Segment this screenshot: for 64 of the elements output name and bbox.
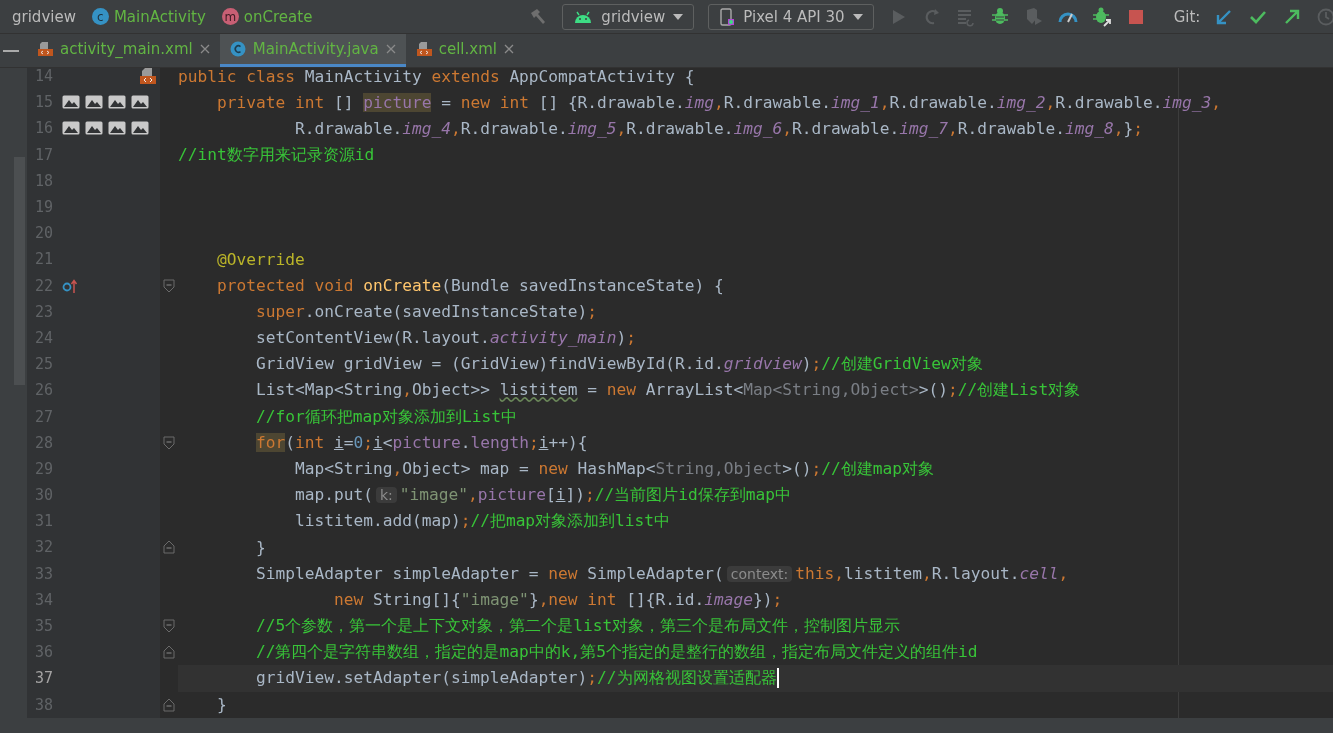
image-icon[interactable] — [131, 95, 149, 110]
override-icon[interactable] — [62, 277, 78, 294]
code-line: } — [254, 537, 266, 557]
code-line: private int [] picture = new int [] {R.drawable.img,R.drawable.img_1,R.drawable.img_2,R.drawable.img_3, — [215, 92, 1221, 112]
image-icon[interactable] — [85, 121, 103, 136]
class-icon — [229, 41, 246, 57]
xml-file-icon — [415, 41, 432, 57]
close-icon[interactable] — [385, 44, 396, 54]
image-icon[interactable] — [62, 95, 80, 110]
line-number: 37 — [34, 668, 55, 690]
code-line: //5个参数，第一个是上下文对象，第二个是list对象，第三个是布局文件，控制图片显示 — [254, 615, 901, 638]
fold-icon[interactable] — [163, 697, 175, 712]
code-line: @Override — [215, 249, 305, 269]
image-icon[interactable] — [131, 121, 149, 136]
code-line: //for循环把map对象添加到List中 — [254, 405, 517, 428]
image-icon[interactable] — [108, 121, 126, 136]
close-icon[interactable] — [503, 44, 514, 54]
breadcrumb-item[interactable]: onCreate — [243, 7, 313, 26]
breadcrumb-item[interactable]: gridview — [12, 7, 76, 26]
code-line: public class MainActivity extends AppCompatActivity { — [178, 68, 695, 86]
code-line: Map<String,Object> map = new HashMap<String,Object>();//创建map对象 — [293, 457, 934, 480]
fold-icon[interactable] — [163, 278, 175, 293]
code-line: SimpleAdapter simpleAdapter = new SimpleAdapter( context: this,listitem,R.layout.cell, — [254, 564, 1069, 584]
caret-icon — [673, 13, 684, 20]
code-line: listitem.add(map);//把map对象添加到list中 — [293, 510, 671, 533]
run-config-dropdown[interactable]: gridview — [562, 3, 695, 30]
fold-icon[interactable] — [163, 435, 175, 450]
code-line: GridView gridView = (GridView)findViewById(R.id.gridview);//创建GridView对象 — [254, 353, 983, 376]
code-line: gridView.setAdapter(simpleAdapter);//为网格视图设置适配器 — [254, 667, 777, 690]
code-line: List<Map<String,Object>> listitem = new ArrayList<Map<String,Object>>();//创建List对象 — [254, 379, 1081, 402]
fold-icon[interactable] — [163, 540, 175, 555]
editor-tab[interactable]: activity_main.xml — [27, 34, 220, 67]
code-line: map.put( k: "image",picture[i]);//当前图片id保存到map中 — [293, 484, 791, 507]
editor-tab[interactable]: MainActivity.java — [219, 34, 406, 67]
code-line: setContentView(R.layout.activity_main); — [254, 328, 637, 348]
git-label: Git: — [1173, 7, 1201, 26]
image-icon[interactable] — [85, 95, 103, 110]
caret-icon — [852, 13, 863, 20]
code-line: new String[]{"image"},new int []{R.id.image}); — [332, 590, 783, 610]
code-line: } — [215, 695, 227, 715]
bug-icon[interactable] — [989, 6, 1010, 27]
close-icon[interactable] — [199, 44, 210, 54]
method-icon: m — [221, 8, 239, 25]
code-line: //int数字用来记录资源id — [178, 143, 375, 166]
breadcrumb-item[interactable]: MainActivity — [113, 7, 206, 26]
code-line: //第四个是字符串数组，指定的是map中的k,第5个指定的是整行的数组，指定布局文件定义的组件id — [254, 641, 978, 664]
class-icon: c — [91, 8, 109, 25]
clock-icon[interactable] — [1316, 6, 1333, 27]
phone-icon — [719, 7, 736, 26]
editor-tab[interactable]: cell.xml — [405, 34, 524, 67]
code-line: protected void onCreate(Bundle savedInstanceState) { — [215, 276, 724, 296]
image-icon[interactable] — [108, 95, 126, 110]
xml-file-icon — [37, 41, 53, 57]
fold-icon[interactable] — [163, 645, 175, 660]
bug-arrow-icon[interactable] — [1091, 6, 1112, 27]
fold-icon[interactable] — [163, 619, 175, 634]
device-dropdown[interactable]: Pixel 4 API 30 — [708, 3, 874, 30]
text-cursor — [776, 668, 779, 689]
image-icon[interactable] — [62, 121, 80, 136]
code-line: super.onCreate(savedInstanceState); — [254, 302, 598, 322]
code-line: R.drawable.img_4,R.drawable.img_5,R.drawable.img_6,R.drawable.img_7,R.drawable.img_8,}; — [293, 118, 1143, 138]
layout-file-icon[interactable] — [139, 68, 157, 86]
code-line: for(int i=0;i<picture.length;i++){ — [254, 433, 588, 453]
android-icon — [573, 9, 594, 24]
